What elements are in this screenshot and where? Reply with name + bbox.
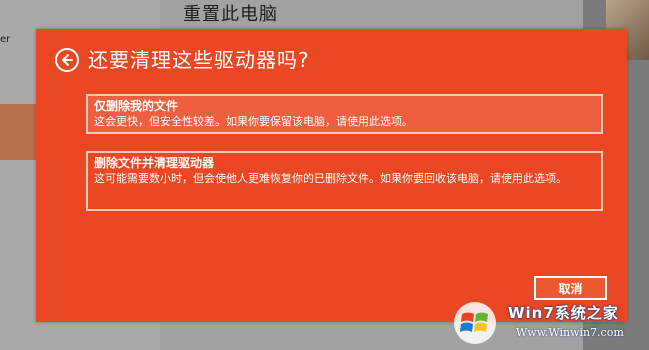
back-arrow-icon xyxy=(62,54,73,66)
back-button[interactable] xyxy=(55,48,79,72)
option-title: 仅删除我的文件 xyxy=(94,99,179,113)
option-description: 这会更快，但安全性较差。如果你要保留该电脑，请使用此选项。 xyxy=(94,115,413,128)
watermark: Win7系统之家 Www.Winwin7.com xyxy=(452,296,649,350)
option-description: 这可能需要数小时，但会使他人更难恢复你的已删除文件。如果你要回收该电脑，请使用此… xyxy=(94,172,567,185)
background-window-title: 重置此电脑 xyxy=(183,4,278,25)
background-left-text: er xyxy=(0,34,11,45)
windows-logo-icon xyxy=(454,302,496,344)
cleanup-dialog: 还要清理这些驱动器吗? 仅删除我的文件 这会更快，但安全性较差。如果你要保留该电… xyxy=(36,29,627,322)
option-remove-and-clean-drive[interactable]: 删除文件并清理驱动器 这可能需要数小时，但会使他人更难恢复你的已删除文件。如果你… xyxy=(86,151,603,211)
watermark-url: Www.Winwin7.com xyxy=(516,326,624,339)
dialog-title: 还要清理这些驱动器吗? xyxy=(88,48,310,72)
watermark-site-name: Win7系统之家 xyxy=(508,304,619,322)
screen: er 重置此电脑 还要清理这些驱动器吗? 仅删除我的文件 这会更快，但安全性较差… xyxy=(0,0,649,350)
option-title: 删除文件并清理驱动器 xyxy=(94,156,215,170)
option-remove-files-only[interactable]: 仅删除我的文件 这会更快，但安全性较差。如果你要保留该电脑，请使用此选项。 xyxy=(86,94,603,134)
background-accent-band xyxy=(0,104,36,160)
